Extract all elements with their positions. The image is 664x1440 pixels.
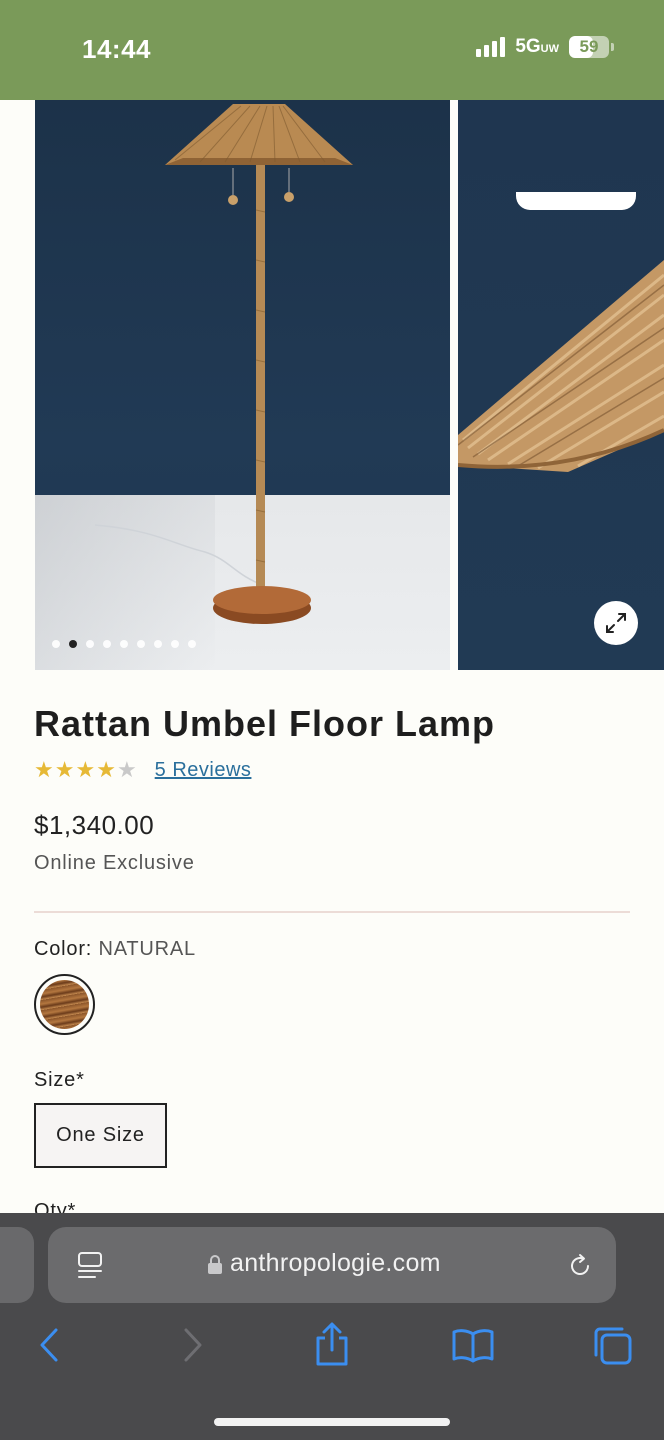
status-time: 14:44: [82, 34, 151, 64]
color-label: Color:: [34, 938, 93, 960]
product-title: Rattan Umbel Floor Lamp: [34, 703, 496, 744]
gallery-dot[interactable]: [103, 640, 111, 648]
browser-toolbar: anthropologie.com: [0, 1213, 664, 1440]
status-indicators: 5GUW 59: [476, 36, 614, 58]
gallery-dot[interactable]: [120, 640, 128, 648]
product-rating[interactable]: ★ ★ ★ ★ ★ 5 Reviews: [34, 757, 251, 783]
availability-label: Online Exclusive: [34, 852, 195, 874]
reviews-link[interactable]: 5 Reviews: [155, 759, 252, 782]
status-bar: 14:44 5GUW 59: [0, 0, 664, 100]
expand-button[interactable]: [594, 601, 638, 645]
share-icon[interactable]: [313, 1321, 351, 1367]
color-swatch-natural[interactable]: [34, 974, 95, 1035]
home-indicator[interactable]: [214, 1418, 450, 1426]
signal-icon: [476, 37, 506, 57]
url-text: anthropologie.com: [230, 1249, 441, 1277]
star-filled-icon: ★: [75, 757, 96, 782]
tabs-icon[interactable]: [592, 1325, 634, 1367]
product-gallery[interactable]: [0, 100, 664, 670]
reload-icon[interactable]: [566, 1252, 594, 1280]
battery-level: 59: [579, 37, 599, 56]
swatch-image: [40, 980, 89, 1029]
url-display[interactable]: anthropologie.com: [208, 1249, 441, 1278]
gallery-dot[interactable]: [137, 640, 145, 648]
forward-icon[interactable]: [180, 1327, 206, 1363]
divider: [34, 911, 630, 913]
color-row: Color: NATURAL: [34, 938, 196, 961]
gallery-dot[interactable]: [188, 640, 196, 648]
color-value: NATURAL: [98, 938, 196, 960]
expand-icon: [606, 613, 626, 633]
back-icon[interactable]: [36, 1327, 62, 1363]
lock-icon: [208, 1254, 222, 1274]
star-empty-icon: ★: [116, 757, 137, 782]
product-image-detail[interactable]: [458, 100, 664, 670]
battery-icon: 59: [569, 36, 614, 58]
size-label: Size*: [34, 1069, 85, 1091]
gallery-dot[interactable]: [86, 640, 94, 648]
gallery-dot[interactable]: [52, 640, 60, 648]
image-overlay-pill: [516, 192, 636, 210]
network-label: 5GUW: [515, 36, 559, 57]
star-filled-icon: ★: [96, 757, 116, 782]
rating-stars: ★ ★ ★ ★ ★: [34, 757, 137, 783]
address-bar[interactable]: anthropologie.com: [48, 1227, 616, 1303]
size-option-button[interactable]: One Size: [34, 1103, 167, 1168]
product-price: $1,340.00: [34, 810, 155, 840]
star-filled-icon: ★: [34, 757, 54, 782]
product-image-main[interactable]: [35, 100, 450, 670]
star-filled-icon: ★: [54, 757, 75, 782]
gallery-dot[interactable]: [69, 640, 77, 648]
gallery-dot[interactable]: [154, 640, 162, 648]
bookmarks-icon[interactable]: [451, 1327, 495, 1363]
gallery-pagination[interactable]: [52, 640, 196, 648]
reader-icon[interactable]: [76, 1251, 104, 1281]
gallery-dot[interactable]: [171, 640, 179, 648]
previous-tab-preview[interactable]: [0, 1227, 34, 1303]
